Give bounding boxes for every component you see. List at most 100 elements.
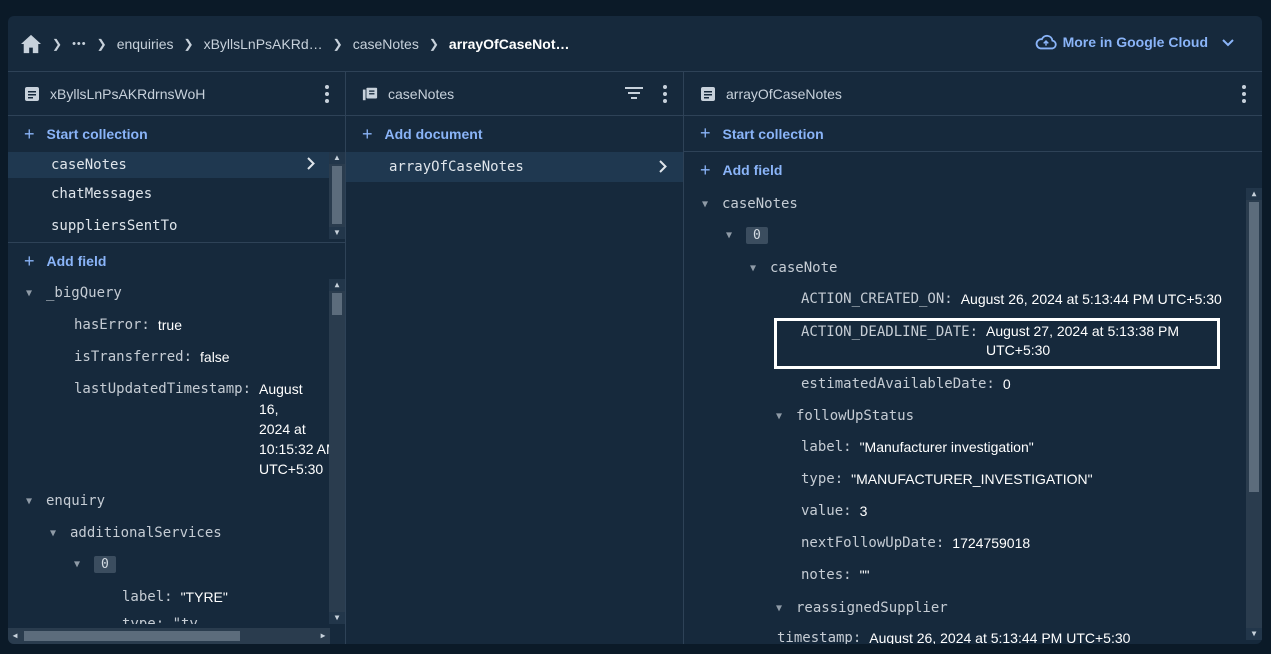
field-value: August 26, 2024 at 5:13:44 PM UTC+5:30	[960, 291, 1222, 307]
field-type-partial: type: "ty	[122, 616, 206, 624]
collection-panel: caseNotes + Add document arrayOfCaseNote…	[346, 72, 684, 644]
breadcrumb-ellipsis[interactable]: •••	[72, 38, 87, 50]
collapse-icon[interactable]: ▼	[776, 411, 796, 422]
more-vert-icon[interactable]	[663, 85, 667, 103]
add-field-label: Add field	[722, 162, 783, 178]
field-casenotes[interactable]: ▼ caseNotes	[702, 196, 806, 212]
value-line: UTC+5:30	[259, 461, 324, 477]
field-key: _bigQuery	[46, 285, 122, 301]
add-field-button[interactable]: + Add field	[684, 152, 1262, 188]
collapse-icon[interactable]: ▼	[702, 199, 722, 210]
cloud-icon	[1035, 34, 1057, 50]
field-casenote[interactable]: ▼ caseNote	[750, 260, 845, 276]
collection-title: caseNotes	[388, 85, 455, 102]
value-line: 2024 at	[259, 421, 306, 437]
scroll-down-icon[interactable]: ▼	[329, 612, 345, 624]
chevron-right-icon: ❯	[183, 36, 194, 51]
scroll-thumb[interactable]	[24, 631, 240, 641]
array-index-badge: 0	[94, 556, 116, 573]
document-item[interactable]: arrayOfCaseNotes	[346, 152, 683, 182]
collapse-icon[interactable]: ▼	[74, 559, 94, 570]
chevron-right-icon: ❯	[96, 36, 107, 51]
field-additionalservices[interactable]: ▼ additionalServices	[50, 525, 230, 541]
plus-icon: +	[24, 123, 35, 144]
add-document-button[interactable]: + Add document	[346, 116, 683, 152]
field-key: additionalServices	[70, 525, 222, 541]
start-collection-label: Start collection	[46, 126, 148, 142]
breadcrumb-document[interactable]: xByllsLnPsAKRd…	[204, 36, 323, 52]
document-label: arrayOfCaseNotes	[389, 159, 524, 175]
field-label: label: "TYRE"	[122, 589, 228, 605]
field-key: ACTION_CREATED_ON:	[801, 291, 953, 307]
subcollection-item[interactable]: chatMessages	[8, 178, 345, 210]
scroll-thumb[interactable]	[332, 293, 342, 315]
start-collection-button[interactable]: + Start collection	[684, 116, 1262, 152]
collapse-icon[interactable]: ▼	[50, 528, 70, 539]
field-followupstatus[interactable]: ▼ followUpStatus	[776, 408, 922, 424]
field-value: "Manufacturer investigation"	[859, 439, 1034, 455]
scroll-left-icon[interactable]: ◀	[8, 628, 22, 644]
more-in-google-cloud-button[interactable]: More in Google Cloud	[1035, 34, 1234, 50]
scroll-up-icon[interactable]: ▲	[329, 279, 345, 291]
field-key: type:	[801, 471, 844, 487]
field-key: notes:	[801, 567, 852, 583]
field-reassigned-supplier[interactable]: ▼ reassignedSupplier	[776, 600, 956, 616]
subcollection-list: caseNotes chatMessages suppliersSentTo ▲…	[8, 152, 345, 243]
breadcrumb-enquiries[interactable]: enquiries	[117, 36, 174, 52]
breadcrumb-current[interactable]: arrayOfCaseNot…	[449, 36, 570, 52]
field-bigquery[interactable]: ▼ _bigQuery	[26, 285, 130, 301]
field-key: timestamp:	[777, 630, 862, 644]
chevron-down-icon	[1222, 34, 1234, 50]
chevron-right-icon: ❯	[428, 36, 439, 51]
scroll-thumb[interactable]	[1249, 202, 1259, 492]
field-enquiry[interactable]: ▼ enquiry	[26, 493, 113, 509]
scroll-up-icon[interactable]: ▲	[329, 152, 345, 164]
document-title: xByllsLnPsAKRdrnsWoH	[50, 85, 206, 102]
field-key: isTransferred:	[74, 349, 193, 365]
scroll-up-icon[interactable]: ▲	[1246, 188, 1262, 200]
vertical-scrollbar[interactable]: ▲ ▼	[329, 152, 345, 239]
breadcrumb-casenotes[interactable]: caseNotes	[353, 36, 419, 52]
field-index-0[interactable]: ▼ 0	[74, 556, 116, 573]
field-key: nextFollowUpDate:	[801, 535, 945, 551]
add-field-button[interactable]: + Add field	[8, 243, 345, 279]
scroll-right-icon[interactable]: ▶	[316, 628, 330, 644]
filter-icon[interactable]	[625, 86, 643, 100]
field-value: August 26, 2024 at 5:13:44 PM UTC+5:30	[869, 630, 1131, 644]
chevron-right-icon: ❯	[52, 36, 63, 51]
collapse-icon[interactable]: ▼	[750, 263, 770, 274]
more-vert-icon[interactable]	[325, 85, 329, 103]
field-next-followup-date: nextFollowUpDate: 1724759018	[801, 535, 1030, 551]
subcollection-item[interactable]: suppliersSentTo	[8, 210, 345, 242]
collapse-icon[interactable]: ▼	[726, 230, 746, 241]
field-lastupdated: lastUpdatedTimestamp: August 16, 2024 at…	[74, 381, 338, 479]
more-vert-icon[interactable]	[1242, 85, 1246, 103]
document-detail-title: arrayOfCaseNotes	[726, 85, 842, 102]
vertical-scrollbar[interactable]: ▲ ▼	[1246, 188, 1262, 640]
scroll-down-icon[interactable]: ▼	[329, 227, 345, 239]
more-label: More in Google Cloud	[1062, 34, 1208, 50]
start-collection-button[interactable]: + Start collection	[8, 116, 345, 152]
value-line: 16,	[259, 401, 279, 417]
document-icon	[701, 86, 715, 101]
field-value: "MANUFACTURER_INVESTIGATION"	[851, 471, 1093, 487]
collapse-icon[interactable]: ▼	[776, 603, 796, 614]
field-index-0[interactable]: ▼ 0	[726, 227, 768, 244]
value-line: 10:15:32 AM	[259, 441, 338, 457]
subcollection-item[interactable]: caseNotes	[8, 152, 345, 178]
subcollection-label: caseNotes	[51, 157, 127, 173]
home-icon[interactable]	[20, 34, 42, 54]
scroll-thumb[interactable]	[332, 166, 342, 224]
field-fus-label: label: "Manufacturer investigation"	[801, 439, 1034, 455]
chevron-right-icon	[659, 160, 667, 177]
document-header: xByllsLnPsAKRdrnsWoH	[8, 72, 345, 116]
vertical-scrollbar[interactable]: ▲ ▼	[329, 279, 345, 624]
subcollection-label: chatMessages	[51, 186, 153, 202]
scroll-down-icon[interactable]: ▼	[1246, 628, 1262, 640]
field-timestamp: timestamp: August 26, 2024 at 5:13:44 PM…	[777, 630, 1130, 644]
chevron-right-icon: ❯	[332, 36, 343, 51]
collapse-icon[interactable]: ▼	[26, 496, 46, 507]
collapse-icon[interactable]: ▼	[26, 288, 46, 299]
field-key: followUpStatus	[796, 408, 915, 424]
horizontal-scrollbar[interactable]: ◀ ▶	[8, 628, 330, 644]
